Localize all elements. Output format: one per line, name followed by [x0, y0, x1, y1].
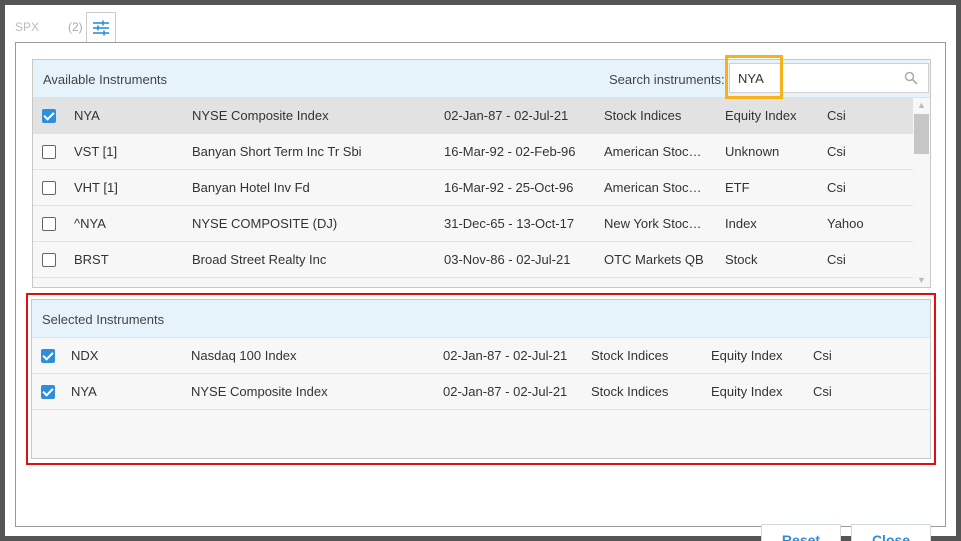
cell-source: Yahoo [827, 216, 864, 231]
table-row[interactable]: VST [1] Banyan Short Term Inc Tr Sbi 16-Ma… [33, 134, 913, 170]
close-button[interactable]: Close [851, 524, 931, 541]
table-row[interactable]: NYA NYSE Composite Index 02-Jan-87 - 02-Ju… [32, 374, 930, 410]
search-input[interactable] [738, 64, 898, 92]
cell-exchange: OTC Markets QB [604, 252, 704, 267]
cell-name: Nasdaq 100 Index [191, 348, 297, 363]
scroll-up-icon[interactable]: ▲ [917, 100, 926, 110]
cell-range: 31-Dec-65 - 13-Oct-17 [444, 216, 575, 231]
table-row[interactable]: VHT [1] Banyan Hotel Inv Fd 16-Mar-92 - 25… [33, 170, 913, 206]
instrument-settings-button[interactable] [86, 12, 116, 42]
cell-exchange: American Stoc… [604, 144, 702, 159]
cell-source: Csi [827, 108, 846, 123]
cell-exchange: American Stoc… [604, 180, 702, 195]
cell-type: ETF [725, 180, 750, 195]
table-row[interactable]: ^NYA NYSE COMPOSITE (DJ) 31-Dec-65 - 13-Oc… [33, 206, 913, 242]
symbol-tab: SPX (2) [10, 8, 140, 42]
reset-button[interactable]: Reset [761, 524, 841, 541]
selected-highlight-box: Selected Instruments NDX Nasdaq 100 Index… [26, 293, 936, 465]
cell-exchange: Stock Indices [604, 108, 682, 123]
search-icon[interactable] [904, 71, 918, 85]
selected-header: Selected Instruments [32, 300, 930, 338]
cell-type: Equity Index [725, 108, 797, 123]
scroll-thumb[interactable] [914, 114, 929, 154]
cell-type: Equity Index [711, 384, 783, 399]
cell-exchange: New York Stoc… [604, 216, 702, 231]
cell-name: Banyan Hotel Inv Fd [192, 180, 310, 195]
symbol-count: (2) [68, 20, 83, 34]
cell-type: Equity Index [711, 348, 783, 363]
cell-range: 16-Mar-92 - 02-Feb-96 [444, 144, 576, 159]
search-label: Search instruments: [609, 72, 725, 87]
cell-symbol: ^NYA [74, 216, 106, 231]
row-checkbox[interactable] [42, 253, 56, 267]
cell-source: Csi [813, 384, 832, 399]
cell-source: Csi [813, 348, 832, 363]
cell-symbol: VHT [1] [74, 180, 118, 195]
cell-name: NYSE Composite Index [191, 384, 328, 399]
cell-name: Broad Street Realty Inc [192, 252, 327, 267]
row-checkbox[interactable] [41, 349, 55, 363]
available-header: Available Instruments Search instruments… [33, 60, 930, 98]
available-title: Available Instruments [43, 72, 168, 87]
cell-source: Csi [827, 252, 846, 267]
cell-symbol: BRST [74, 252, 109, 267]
available-instruments-panel: Available Instruments Search instruments… [32, 59, 931, 288]
symbol-label[interactable]: SPX [15, 20, 39, 34]
cell-source: Csi [827, 180, 846, 195]
cell-symbol: VST [1] [74, 144, 118, 159]
cell-name: NYSE COMPOSITE (DJ) [192, 216, 338, 231]
row-checkbox[interactable] [42, 145, 56, 159]
cell-exchange: Stock Indices [591, 384, 669, 399]
row-checkbox[interactable] [42, 181, 56, 195]
cell-type: Stock [725, 252, 758, 267]
cell-symbol: NDX [71, 348, 99, 363]
scroll-down-icon[interactable]: ▼ [917, 275, 926, 285]
cell-range: 02-Jan-87 - 02-Jul-21 [443, 384, 568, 399]
table-row[interactable]: NDX Nasdaq 100 Index 02-Jan-87 - 02-Jul-21… [32, 338, 930, 374]
row-checkbox[interactable] [41, 385, 55, 399]
table-row[interactable]: BRST Broad Street Realty Inc 03-Nov-86 - 0… [33, 242, 913, 278]
available-scrollbar[interactable]: ▲ ▼ [913, 98, 930, 287]
cell-range: 02-Jan-87 - 02-Jul-21 [444, 108, 569, 123]
cell-range: 02-Jan-87 - 02-Jul-21 [443, 348, 568, 363]
sliders-icon [93, 20, 109, 35]
cell-range: 03-Nov-86 - 02-Jul-21 [444, 252, 571, 267]
cell-name: NYSE Composite Index [192, 108, 329, 123]
row-checkbox[interactable] [42, 217, 56, 231]
cell-symbol: NYA [71, 384, 97, 399]
row-checkbox[interactable] [42, 109, 56, 123]
cell-type: Unknown [725, 144, 780, 159]
selected-instruments-panel: Selected Instruments NDX Nasdaq 100 Index… [31, 299, 931, 459]
cell-range: 16-Mar-92 - 25-Oct-96 [444, 180, 574, 195]
cell-source: Csi [827, 144, 846, 159]
search-box[interactable] [729, 63, 929, 93]
cell-symbol: NYA [74, 108, 100, 123]
cell-name: Banyan Short Term Inc Tr Sbi [192, 144, 362, 159]
cell-exchange: Stock Indices [591, 348, 669, 363]
cell-type: Index [725, 216, 757, 231]
selected-title: Selected Instruments [42, 312, 165, 327]
table-row[interactable]: NYA NYSE Composite Index 02-Jan-87 - 02-Ju… [33, 98, 913, 134]
